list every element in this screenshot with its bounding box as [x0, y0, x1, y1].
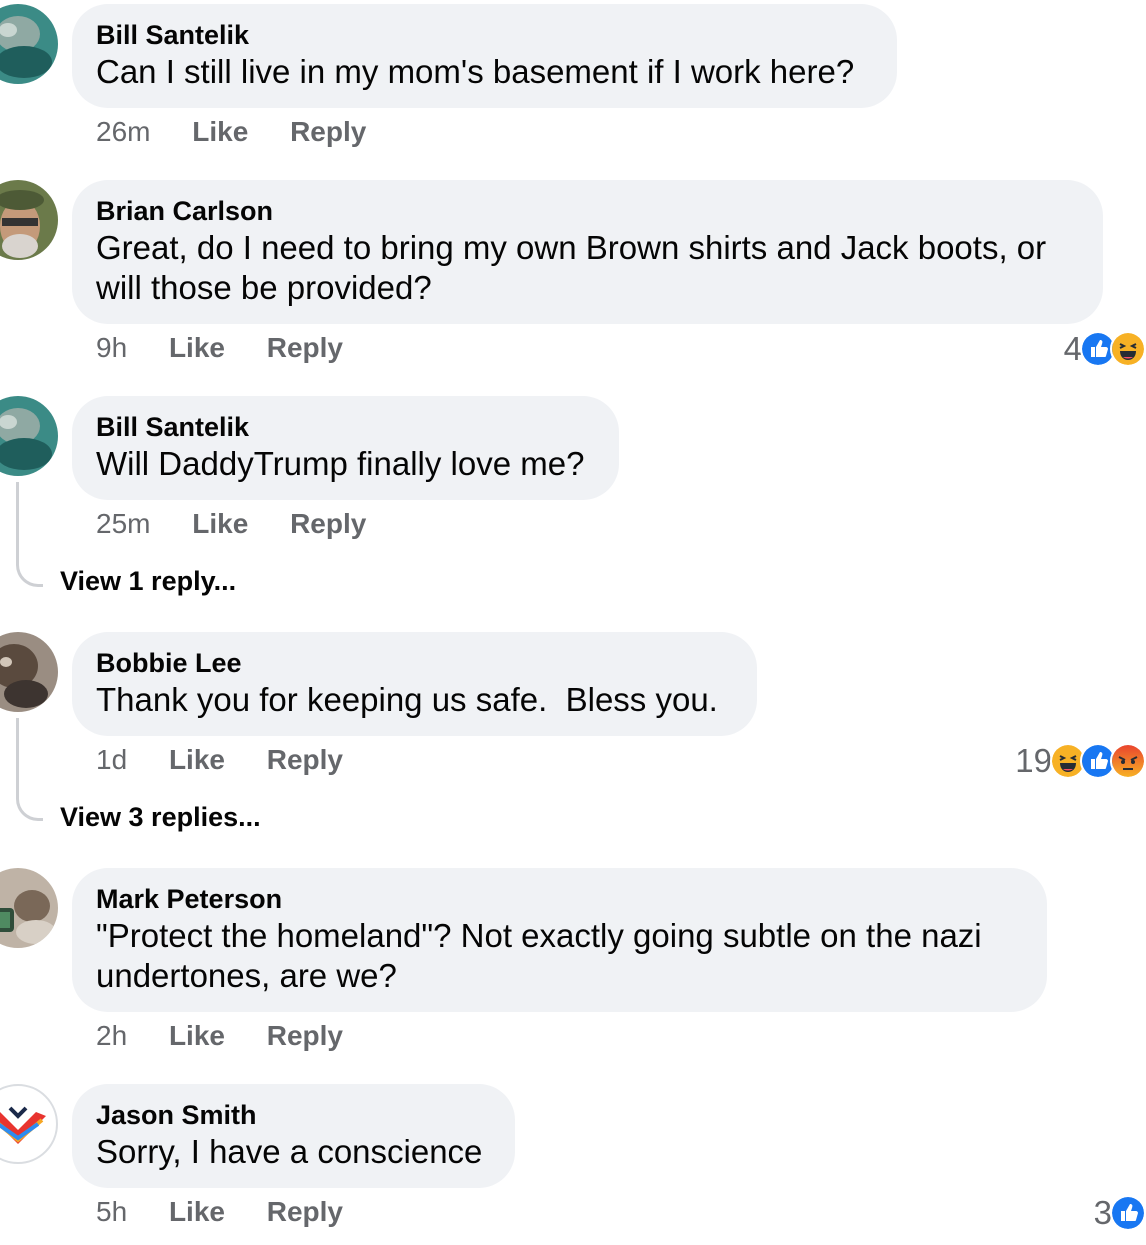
commenter-name[interactable]: Mark Peterson — [96, 882, 1023, 916]
comment-actions: 1d Like Reply — [96, 744, 343, 776]
comment-text: Thank you for keeping us safe. Bless you… — [96, 681, 718, 718]
avatar[interactable] — [0, 868, 58, 948]
reply-button[interactable]: Reply — [267, 1196, 343, 1228]
reaction-summary[interactable]: 4 — [1064, 330, 1146, 368]
comment-time[interactable]: 5h — [96, 1196, 127, 1228]
comment-time[interactable]: 2h — [96, 1020, 127, 1052]
commenter-name[interactable]: Bobbie Lee — [96, 646, 733, 680]
comment-actions: 5h Like Reply — [96, 1196, 343, 1228]
like-button[interactable]: Like — [192, 116, 248, 148]
avatar[interactable] — [0, 396, 58, 476]
like-button[interactable]: Like — [169, 744, 225, 776]
comment-time[interactable]: 26m — [96, 116, 150, 148]
like-button[interactable]: Like — [192, 508, 248, 540]
avatar[interactable] — [0, 1084, 58, 1164]
reply-button[interactable]: Reply — [290, 508, 366, 540]
comment-text: Sorry, I have a conscience — [96, 1133, 483, 1170]
commenter-name[interactable]: Jason Smith — [96, 1098, 491, 1132]
reply-button[interactable]: Reply — [267, 332, 343, 364]
comment-bubble: Brian Carlson Great, do I need to bring … — [72, 180, 1103, 324]
commenter-name[interactable]: Bill Santelik — [96, 18, 873, 52]
comment-bubble: Mark Peterson "Protect the homeland"? No… — [72, 868, 1047, 1012]
comment-actions: 2h Like Reply — [96, 1020, 343, 1052]
comment-bubble: Bill Santelik Can I still live in my mom… — [72, 4, 897, 108]
reply-button[interactable]: Reply — [267, 744, 343, 776]
haha-reaction-icon — [1110, 331, 1146, 367]
comment-time[interactable]: 9h — [96, 332, 127, 364]
comment-bubble: Bill Santelik Will DaddyTrump finally lo… — [72, 396, 619, 500]
comment-actions: 26m Like Reply — [96, 116, 366, 148]
like-reaction-icon — [1110, 1195, 1146, 1231]
comment-bubble: Jason Smith Sorry, I have a conscience — [72, 1084, 515, 1188]
reply-button[interactable]: Reply — [290, 116, 366, 148]
reaction-summary[interactable]: 19 — [1015, 742, 1146, 780]
view-replies-link[interactable]: View 3 replies... — [60, 802, 261, 833]
commenter-name[interactable]: Bill Santelik — [96, 410, 595, 444]
avatar[interactable] — [0, 632, 58, 712]
commenter-name[interactable]: Brian Carlson — [96, 194, 1079, 228]
reply-thread-line — [16, 718, 43, 821]
comment-actions: 25m Like Reply — [96, 508, 366, 540]
reply-thread-line — [16, 482, 43, 587]
comment-time[interactable]: 25m — [96, 508, 150, 540]
view-replies-link[interactable]: View 1 reply... — [60, 566, 236, 597]
like-button[interactable]: Like — [169, 1196, 225, 1228]
comment-text-line-2: will those be provided? — [96, 269, 432, 306]
reply-button[interactable]: Reply — [267, 1020, 343, 1052]
reaction-count: 19 — [1015, 742, 1052, 779]
avatar[interactable] — [0, 180, 58, 260]
comment-bubble: Bobbie Lee Thank you for keeping us safe… — [72, 632, 757, 736]
comment-text-line-1: Great, do I need to bring my own Brown s… — [96, 229, 1047, 266]
comment-time[interactable]: 1d — [96, 744, 127, 776]
comment-text-line-1: "Protect the homeland"? Not exactly goin… — [96, 917, 982, 954]
comment-text-line-2: undertones, are we? — [96, 957, 397, 994]
like-button[interactable]: Like — [169, 332, 225, 364]
like-button[interactable]: Like — [169, 1020, 225, 1052]
comment-text: Can I still live in my mom's basement if… — [96, 53, 855, 90]
angry-reaction-icon — [1110, 743, 1146, 779]
avatar[interactable] — [0, 4, 58, 84]
comment-text: Will DaddyTrump finally love me? — [96, 445, 585, 482]
comment-actions: 9h Like Reply — [96, 332, 343, 364]
reaction-summary[interactable]: 3 — [1094, 1194, 1146, 1232]
